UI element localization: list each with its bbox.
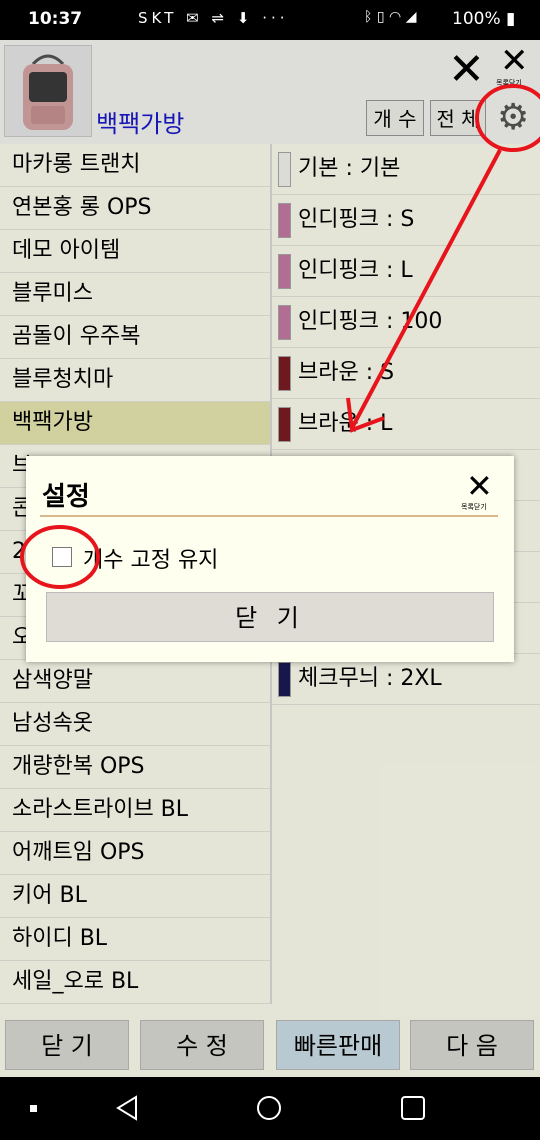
close-button[interactable]: 닫 기 <box>5 1020 129 1070</box>
option-list-item[interactable]: 기본 : 기본 <box>272 144 540 195</box>
recent-apps-dot-icon[interactable] <box>30 1105 37 1112</box>
overview-icon[interactable] <box>401 1096 425 1120</box>
color-swatch <box>278 203 291 238</box>
close-list-caption: 목록닫기 <box>496 79 522 87</box>
color-swatch <box>278 254 291 289</box>
dialog-close-caption: 목록닫기 <box>461 503 487 511</box>
back-icon[interactable] <box>116 1095 137 1121</box>
close-list-icon[interactable]: ✕ <box>500 44 529 78</box>
status-notification-icons: SKT ✉ ⇌ ⬇ ··· <box>138 9 289 27</box>
wifi-icon: ◠ <box>389 9 402 25</box>
product-list-item[interactable]: 하이디 BL <box>0 918 270 961</box>
option-list-item[interactable]: 인디핑크 : 100 <box>272 297 540 348</box>
carrier-label: SKT <box>138 9 178 27</box>
product-list-item[interactable]: 개량한복 OPS <box>0 746 270 789</box>
option-list-item[interactable]: 브라운 : L <box>272 399 540 450</box>
dialog-close-button[interactable]: 닫 기 <box>46 592 494 642</box>
usb-icon: ⇌ <box>211 9 229 27</box>
color-swatch <box>278 305 291 340</box>
dialog-title: 설정 <box>42 482 90 512</box>
keep-count-checkbox[interactable] <box>52 547 72 567</box>
edit-button[interactable]: 수 정 <box>140 1020 264 1070</box>
more-icon: ··· <box>262 9 289 27</box>
product-list-item[interactable]: 남성속옷 <box>0 703 270 746</box>
product-title: 백팩가방 <box>96 110 185 138</box>
home-icon[interactable] <box>257 1096 281 1120</box>
color-swatch <box>278 152 291 187</box>
product-list-item[interactable]: 어깨트임 OPS <box>0 832 270 875</box>
option-label: 체크무늬 : 2XL <box>298 666 442 691</box>
color-swatch <box>278 662 291 697</box>
vibrate-icon: ▯ <box>376 9 385 25</box>
product-list-item[interactable]: 삼색양말 <box>0 660 270 703</box>
product-list-item[interactable]: 소라스트라이브 BL <box>0 789 270 832</box>
mail-icon: ✉ <box>186 9 203 27</box>
product-list-item[interactable]: 키어 BL <box>0 875 270 918</box>
status-system-icons: ᛒ ▯ ◠ ◢ <box>364 9 416 25</box>
option-label: 기본 : 기본 <box>298 156 401 181</box>
keep-count-label[interactable]: 개수 고정 유지 <box>83 542 218 574</box>
status-bar: 10:37 SKT ✉ ⇌ ⬇ ··· ᛒ ▯ ◠ ◢ 100% ▮ <box>0 0 540 40</box>
product-list-item[interactable]: 연본홍 롱 OPS <box>0 187 270 230</box>
option-label: 인디핑크 : 100 <box>298 309 443 334</box>
option-list-item[interactable]: 인디핑크 : L <box>272 246 540 297</box>
product-header: 백팩가방 ✕ ✕ 목록닫기 개 수 전 체 ⚙ <box>0 40 540 144</box>
option-label: 인디핑크 : S <box>298 207 415 232</box>
all-button[interactable]: 전 체 <box>430 100 486 136</box>
dialog-close-icon[interactable]: ✕ <box>466 470 493 502</box>
option-list-item[interactable]: 인디핑크 : S <box>272 195 540 246</box>
product-list-item[interactable]: 백팩가방 <box>0 402 270 445</box>
product-list-item[interactable]: 블루미스 <box>0 273 270 316</box>
count-button[interactable]: 개 수 <box>366 100 424 136</box>
product-list-item[interactable]: 곰돌이 우주복 <box>0 316 270 359</box>
dialog-divider <box>40 515 498 517</box>
quick-sale-button[interactable]: 빠른판매 <box>276 1020 400 1070</box>
next-button[interactable]: 다 음 <box>410 1020 534 1070</box>
product-list-item[interactable]: 블루청치마 <box>0 359 270 402</box>
download-icon: ⬇ <box>236 9 254 27</box>
bluetooth-icon: ᛒ <box>364 9 373 25</box>
option-list-item[interactable]: 브라운 : S <box>272 348 540 399</box>
color-swatch <box>278 356 291 391</box>
product-list-item[interactable]: 마카롱 트랜치 <box>0 144 270 187</box>
product-list-item[interactable]: 데모 아이템 <box>0 230 270 273</box>
color-swatch <box>278 407 291 442</box>
product-list-item[interactable]: 세일_오로 BL <box>0 961 270 1004</box>
option-label: 브라운 : L <box>298 411 393 436</box>
settings-dialog: 설정 ✕ 목록닫기 개수 고정 유지 닫 기 <box>26 456 514 662</box>
navigation-bar <box>0 1077 540 1140</box>
signal-icon: ◢ <box>405 9 417 25</box>
battery-icon: ▮ <box>506 9 516 29</box>
battery-level: 100% ▮ <box>452 9 516 29</box>
product-thumbnail <box>4 45 92 137</box>
option-label: 브라운 : S <box>298 360 395 385</box>
option-label: 인디핑크 : L <box>298 258 413 283</box>
status-time: 10:37 <box>28 9 83 29</box>
gear-icon[interactable]: ⚙ <box>497 98 529 138</box>
close-icon[interactable]: ✕ <box>448 48 485 92</box>
